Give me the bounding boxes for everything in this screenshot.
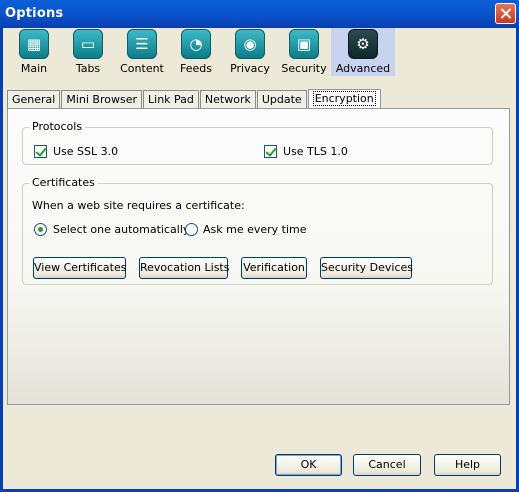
- tab-general[interactable]: General: [7, 90, 61, 109]
- view-certificates-button[interactable]: View Certificates: [33, 257, 126, 279]
- help-button[interactable]: Help: [434, 454, 501, 476]
- toolbar-label: Security: [281, 62, 327, 75]
- content-icon: ☰: [127, 29, 157, 59]
- toolbar-item-tabs[interactable]: ▭ Tabs: [61, 28, 115, 76]
- window-title: Options: [5, 6, 64, 21]
- toolbar-label: Feeds: [180, 62, 212, 75]
- select-automatically-radio[interactable]: [34, 223, 47, 236]
- title-bar: Options: [0, 0, 519, 28]
- toolbar-item-content[interactable]: ☰ Content: [115, 28, 169, 76]
- tab-encryption-label: Encryption: [312, 91, 376, 106]
- tab-encryption[interactable]: Encryption: [307, 89, 381, 110]
- toolbar-item-feeds[interactable]: ◔ Feeds: [169, 28, 223, 76]
- ask-every-time-label[interactable]: Ask me every time: [203, 223, 307, 236]
- ssl3-checkbox[interactable]: [34, 145, 47, 158]
- security-devices-button[interactable]: Security Devices: [320, 257, 413, 279]
- tab-update[interactable]: Update: [256, 90, 307, 109]
- toolbar-item-security[interactable]: ▣ Security: [277, 28, 331, 76]
- tab-network[interactable]: Network: [199, 90, 256, 109]
- tabs-icon: ▭: [73, 29, 103, 59]
- toolbar-label: Privacy: [230, 62, 270, 75]
- protocols-group: Protocols Use SSL 3.0 Use TLS 1.0: [22, 120, 493, 165]
- tls1-checkbox[interactable]: [264, 145, 277, 158]
- security-icon: ▣: [289, 29, 319, 59]
- category-toolbar: ▦ Main ▭ Tabs ☰ Content ◔ Feeds ◉ Privac…: [7, 28, 395, 76]
- ssl3-label[interactable]: Use SSL 3.0: [53, 145, 118, 158]
- privacy-icon: ◉: [235, 29, 265, 59]
- toolbar-label: Tabs: [75, 62, 101, 75]
- tls1-label[interactable]: Use TLS 1.0: [283, 145, 348, 158]
- toolbar-label: Advanced: [335, 62, 391, 75]
- verification-button[interactable]: Verification: [241, 257, 307, 279]
- certificate-prompt: When a web site requires a certificate:: [32, 199, 245, 212]
- toolbar-item-main[interactable]: ▦ Main: [7, 28, 61, 76]
- tab-mini-browser[interactable]: Mini Browser: [61, 90, 143, 109]
- certificates-group: Certificates When a web site requires a …: [22, 176, 493, 285]
- select-automatically-label[interactable]: Select one automatically: [53, 223, 189, 236]
- ask-every-time-radio[interactable]: [185, 223, 198, 236]
- gear-icon: ⚙: [348, 29, 378, 59]
- main-icon: ▦: [19, 29, 49, 59]
- toolbar-item-privacy[interactable]: ◉ Privacy: [223, 28, 277, 76]
- certificates-legend: Certificates: [29, 176, 98, 189]
- encryption-panel: Protocols Use SSL 3.0 Use TLS 1.0 Certif…: [7, 108, 510, 405]
- protocols-legend: Protocols: [29, 120, 86, 133]
- feeds-icon: ◔: [181, 29, 211, 59]
- tab-link-pad[interactable]: Link Pad: [143, 90, 199, 109]
- cancel-button[interactable]: Cancel: [353, 454, 421, 476]
- toolbar-label: Main: [20, 62, 48, 75]
- revocation-lists-button[interactable]: Revocation Lists: [139, 257, 229, 279]
- toolbar-label: Content: [120, 62, 164, 75]
- ok-button[interactable]: OK: [275, 454, 342, 476]
- close-button[interactable]: [495, 3, 516, 24]
- tab-strip: General Mini Browser Link Pad Network Up…: [7, 88, 382, 110]
- toolbar-item-advanced[interactable]: ⚙ Advanced: [331, 28, 395, 76]
